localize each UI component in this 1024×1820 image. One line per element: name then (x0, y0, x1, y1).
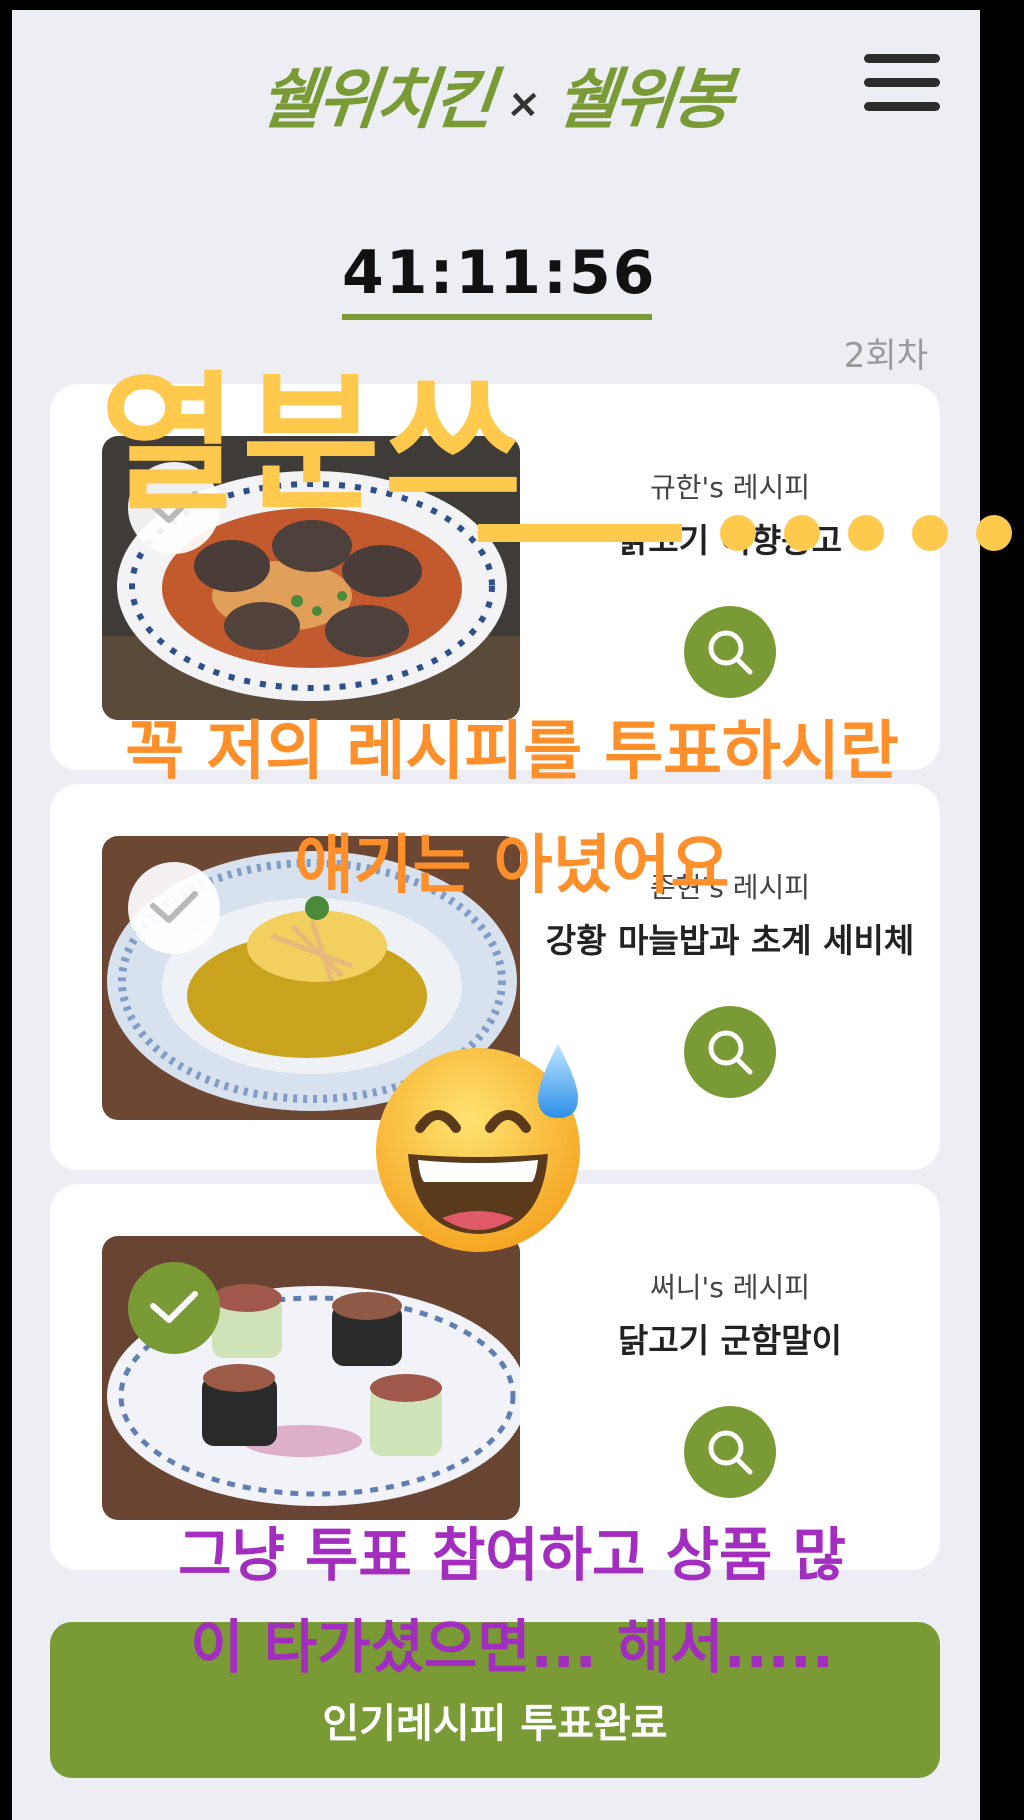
brand-logo: 쉘위치킨 × 쉘위봉 (7, 46, 985, 142)
round-label: 2회차 (843, 336, 928, 376)
recipe-detail-button[interactable] (684, 606, 776, 698)
recipe-author: 규한's 레시피 (650, 471, 810, 504)
recipe-detail-button[interactable] (684, 1406, 776, 1498)
search-icon (708, 1430, 753, 1475)
select-check[interactable] (128, 1262, 220, 1354)
brand-right: 쉘위봉 (552, 61, 735, 138)
overlay-caption-line1: 꼭 저의 레시피를 투표하시란 (125, 715, 899, 789)
search-icon (708, 630, 753, 675)
recipe-photo (102, 1236, 520, 1520)
recipe-detail-button[interactable] (684, 1006, 776, 1098)
brand-separator: × (504, 80, 543, 127)
brand-left: 쉘위치킨 (256, 61, 496, 138)
overlay-caption-line4: 이 타가셨으면... 해서..... (190, 1613, 834, 1681)
overlay-caption-line3: 그냥 투표 참여하고 상품 많 (178, 1521, 846, 1589)
recipe-title: 강황 마늘밥과 초계 세비체 (545, 921, 915, 960)
overlay-dots (478, 510, 1012, 556)
search-icon (708, 1030, 753, 1075)
check-icon (150, 1291, 198, 1323)
countdown-timer: 41:11:56 (342, 238, 654, 320)
sweat-smile-emoji (372, 1032, 596, 1256)
recipe-title: 닭고기 군함말이 (617, 1321, 842, 1360)
menu-icon[interactable] (864, 50, 944, 116)
recipe-author: 써니's 레시피 (650, 1271, 810, 1304)
overlay-caption-big: 열분쓰 (100, 358, 527, 532)
overlay-caption-line2: 얘기는 아녔어요 (294, 829, 730, 903)
